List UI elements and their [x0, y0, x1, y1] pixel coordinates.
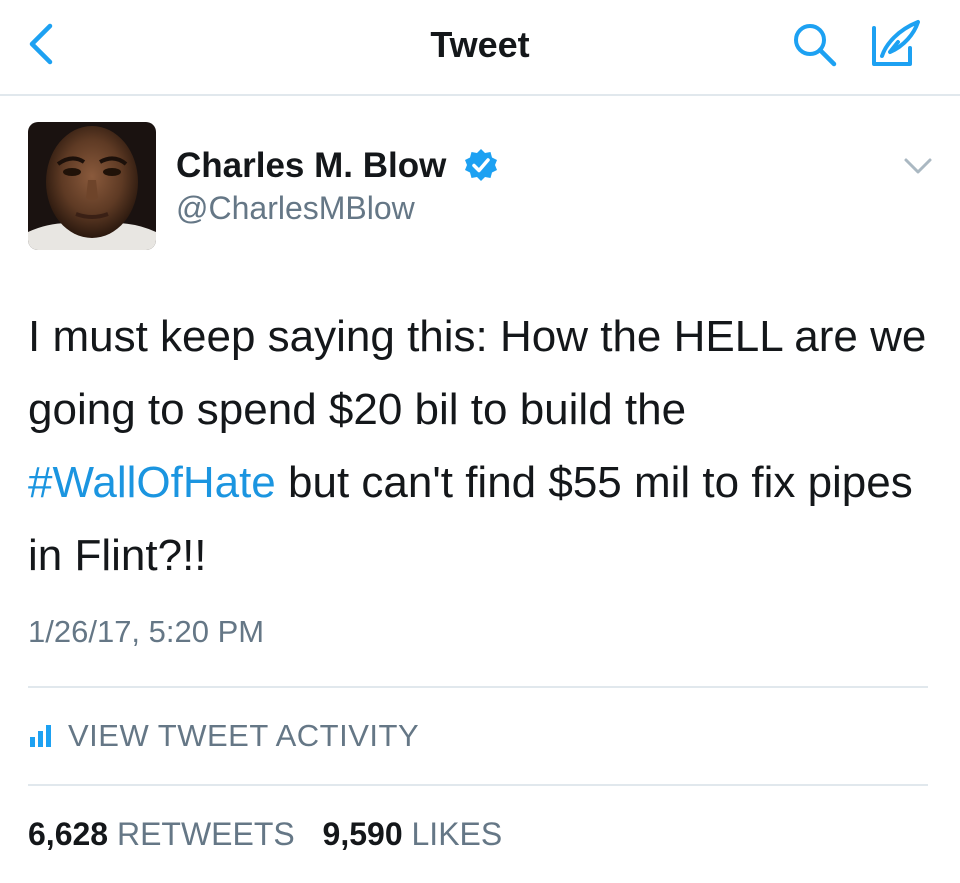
top-navigation-bar: Tweet [0, 0, 960, 96]
search-button[interactable] [790, 20, 840, 70]
hashtag-link[interactable]: #WallOfHate [28, 458, 276, 507]
tweet-options-button[interactable] [900, 152, 936, 180]
search-icon [794, 24, 837, 67]
likes-label: LIKES [411, 816, 503, 852]
retweets-label: RETWEETS [116, 816, 295, 852]
tweet-stats: 6,628 RETWEETS 9,590 LIKES [28, 816, 502, 853]
view-tweet-activity-button[interactable]: VIEW TWEET ACTIVITY [28, 716, 419, 756]
likes-stat[interactable]: 9,590 LIKES [323, 816, 503, 852]
retweets-count: 6,628 [28, 816, 109, 852]
profile-photo [28, 122, 156, 250]
compose-icon [872, 20, 920, 66]
retweets-stat[interactable]: 6,628 RETWEETS [28, 816, 295, 852]
divider [28, 686, 928, 688]
avatar[interactable] [28, 122, 156, 250]
author-handle[interactable]: @CharlesMBlow [176, 190, 415, 227]
tweet-text-part-1: I must keep saying this: How the HELL ar… [28, 312, 927, 434]
chevron-down-icon [904, 158, 932, 174]
view-tweet-activity-label: VIEW TWEET ACTIVITY [68, 718, 420, 753]
bar-chart-icon [30, 725, 51, 747]
tweet-text: I must keep saying this: How the HELL ar… [28, 300, 938, 592]
divider [28, 784, 928, 786]
author-name[interactable]: Charles M. Blow [176, 146, 446, 186]
compose-button[interactable] [868, 18, 926, 70]
tweet-timestamp: 1/26/17, 5:20 PM [28, 614, 265, 649]
verified-badge-icon [464, 148, 498, 182]
likes-count: 9,590 [322, 816, 403, 852]
